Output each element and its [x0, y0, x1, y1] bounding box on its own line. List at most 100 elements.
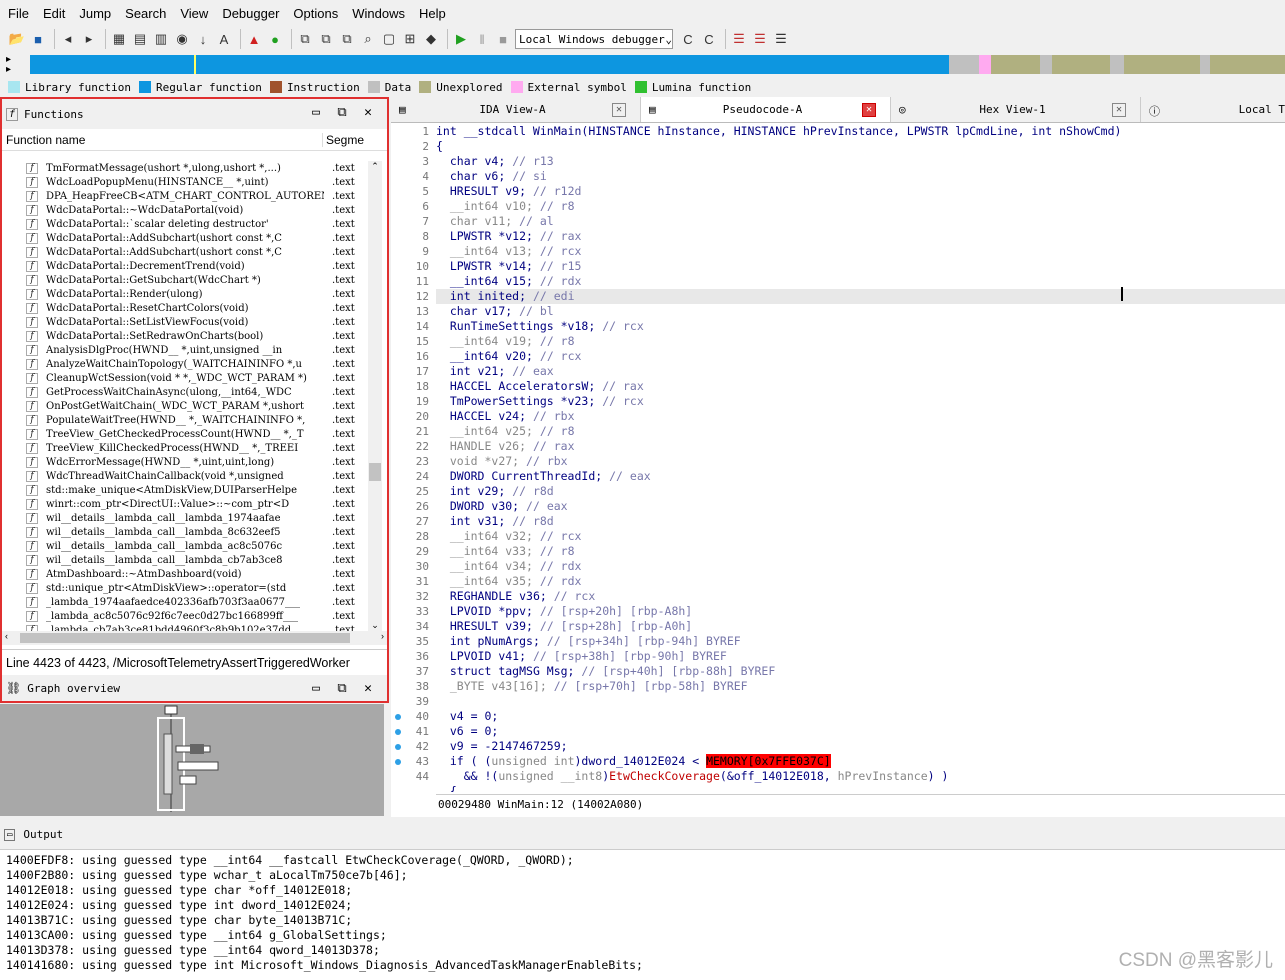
menu-options[interactable]: Options [293, 6, 338, 21]
scroll-thumb[interactable] [369, 463, 381, 481]
menu-edit[interactable]: Edit [43, 6, 65, 21]
breakpoint-dot-icon[interactable] [395, 729, 401, 735]
process-icon[interactable]: C [700, 30, 718, 48]
function-row[interactable]: f WdcDataPortal::AddSubchart(ushort const… [2, 231, 369, 245]
cut-icon[interactable]: ⧉ [338, 30, 356, 48]
find-icon[interactable]: ⌕ [359, 30, 377, 48]
function-row[interactable]: f wil__details__lambda_call__lambda_1974a… [2, 511, 369, 525]
restore-icon[interactable]: ⧉ [329, 681, 355, 696]
function-row[interactable]: f _lambda_cb7ab3ce81bdd4960f3c8b9b102e37d… [2, 623, 369, 631]
debugger-select[interactable]: Local Windows debugger ⌄ [515, 29, 673, 49]
menu-debugger[interactable]: Debugger [222, 6, 279, 21]
graph-icon[interactable]: ▦ [110, 30, 128, 48]
breakpoint-icon[interactable]: ▲ [245, 30, 263, 48]
menu-file[interactable]: File [8, 6, 29, 21]
open-icon[interactable]: 📂 [8, 30, 26, 48]
function-row[interactable]: f WdcThreadWaitChainCallback(void *,unsig… [2, 469, 369, 483]
breakpoint-dot-icon[interactable] [395, 759, 401, 765]
minimize-icon[interactable]: ▭ [303, 105, 329, 120]
nav-arrow-icon[interactable]: ▸ ▸ [6, 55, 11, 75]
close-icon[interactable]: ✕ [355, 681, 381, 696]
function-row[interactable]: f WdcDataPortal::~WdcDataPortal(void) .tex… [2, 203, 369, 217]
function-row[interactable]: f CleanupWctSession(void * *,_WDC_WCT_PAR… [2, 371, 369, 385]
function-row[interactable]: f TreeView_KillCheckedProcess(HWND__ *,_T… [2, 441, 369, 455]
menu-search[interactable]: Search [125, 6, 166, 21]
functions-vscrollbar[interactable]: ⌃ ⌄ [368, 161, 382, 631]
close-icon[interactable]: ✕ [612, 102, 626, 117]
struct-icon[interactable]: ▥ [152, 30, 170, 48]
diamond-icon[interactable]: ◆ [422, 30, 440, 48]
function-row[interactable]: f wil__details__lambda_call__lambda_8c632… [2, 525, 369, 539]
text-icon[interactable]: A [215, 30, 233, 48]
scroll-up-icon[interactable]: ⌃ [368, 161, 382, 172]
close-icon[interactable]: ✕ [1112, 102, 1126, 117]
function-row[interactable]: f WdcDataPortal::Render(ulong) .text [2, 287, 369, 301]
menu-jump[interactable]: Jump [79, 6, 111, 21]
tab-local-types[interactable]: ⓘ Local T [1141, 97, 1285, 122]
function-row[interactable]: f PopulateWaitTree(HWND__ *,_WAITCHAININF… [2, 413, 369, 427]
function-row[interactable]: f WdcErrorMessage(HWND__ *,uint,uint,long… [2, 455, 369, 469]
tab-pseudocode[interactable]: ▤ Pseudocode-A ✕ [641, 97, 891, 122]
hex-icon[interactable]: ▤ [131, 30, 149, 48]
forward-icon[interactable]: ▸ [80, 30, 98, 48]
zoom-icon[interactable]: ⊞ [401, 30, 419, 48]
minimize-icon[interactable]: ▭ [303, 681, 329, 696]
function-row[interactable]: f wil__details__lambda_call__lambda_ac8c5… [2, 539, 369, 553]
function-row[interactable]: f AtmDashboard::~AtmDashboard(void) .text [2, 567, 369, 581]
function-row[interactable]: f AnalysisDlgProc(HWND__ *,uint,unsigned … [2, 343, 369, 357]
close-icon[interactable]: ✕ [862, 102, 876, 117]
function-row[interactable]: f WdcDataPortal::SetListViewFocus(void) .t… [2, 315, 369, 329]
attach-icon[interactable]: C [679, 30, 697, 48]
enum-icon[interactable]: ◉ [173, 30, 191, 48]
close-icon[interactable]: ✕ [355, 105, 381, 120]
scroll-down-icon[interactable]: ⌄ [368, 620, 382, 631]
jump-icon[interactable]: ↓ [194, 30, 212, 48]
trace-icon[interactable]: ☰ [772, 30, 790, 48]
function-row[interactable]: f GetProcessWaitChainAsync(ulong,__int64,… [2, 385, 369, 399]
function-row[interactable]: f DPA_HeapFreeCB<ATM_CHART_CONTROL_AUTORE… [2, 189, 369, 203]
function-row[interactable]: f std::make_unique<AtmDiskView,DUIParserH… [2, 483, 369, 497]
col-segment[interactable]: Segme [322, 132, 364, 147]
function-row[interactable]: f WdcDataPortal::ResetChartColors(void) .t… [2, 301, 369, 315]
run-icon[interactable]: ▶ [452, 30, 470, 48]
function-row[interactable]: f WdcDataPortal::SetRedrawOnCharts(bool).… [2, 329, 369, 343]
breakpoint-dot-icon[interactable] [395, 744, 401, 750]
tab-hex-view[interactable]: ◎ Hex View-1 ✕ [891, 97, 1141, 122]
save-icon[interactable]: ■ [29, 30, 47, 48]
menu-windows[interactable]: Windows [352, 6, 405, 21]
pause-icon[interactable]: ‖ [473, 30, 491, 48]
paste-icon[interactable]: ⧉ [317, 30, 335, 48]
breakpoint-list-icon[interactable]: ☰ [751, 30, 769, 48]
function-row[interactable]: f WdcDataPortal::DecrementTrend(void) .tex… [2, 259, 369, 273]
breakpoint-dot-icon[interactable] [395, 714, 401, 720]
function-row[interactable]: f AnalyzeWaitChainTopology(_WAITCHAININFO… [2, 357, 369, 371]
function-row[interactable]: f WdcDataPortal::`scalar deleting destruc… [2, 217, 369, 231]
navigation-bar[interactable] [30, 55, 1285, 74]
functions-hscrollbar[interactable]: ‹ › [2, 631, 387, 645]
function-row[interactable]: f OnPostGetWaitChain(_WDC_WCT_PARAM *,ush… [2, 399, 369, 413]
col-function-name[interactable]: Function name [2, 133, 322, 147]
graph-overview-canvas[interactable] [0, 704, 384, 816]
function-row[interactable]: f WdcLoadPopupMenu(HINSTANCE__ *,uint) .te… [2, 175, 369, 189]
restore-icon[interactable]: ⧉ [329, 105, 355, 120]
function-row[interactable]: f TreeView_GetCheckedProcessCount(HWND__ … [2, 427, 369, 441]
function-row[interactable]: f winrt::com_ptr<DirectUI::Value>::~com_p… [2, 497, 369, 511]
pseudocode-text[interactable]: int __stdcall WinMain(HINSTANCE hInstanc… [436, 124, 1285, 792]
copy-icon[interactable]: ⧉ [296, 30, 314, 48]
output-log[interactable]: 1400EFDF8: using guessed type __int64 __… [0, 850, 1285, 973]
function-row[interactable]: f _lambda_1974aafaedce402336afb703f3aa067… [2, 595, 369, 609]
menu-view[interactable]: View [180, 6, 208, 21]
menu-help[interactable]: Help [419, 6, 446, 21]
scroll-thumb[interactable] [20, 633, 350, 643]
function-row[interactable]: f TmFormatMessage(ushort *,ulong,ushort *… [2, 161, 369, 175]
stop-icon[interactable]: ■ [494, 30, 512, 48]
list-icon[interactable]: ☰ [730, 30, 748, 48]
lumina-icon[interactable]: ● [266, 30, 284, 48]
tab-ida-view[interactable]: ▤ IDA View-A ✕ [391, 97, 641, 122]
function-row[interactable]: f std::unique_ptr<AtmDiskView>::operator=… [2, 581, 369, 595]
function-row[interactable]: f WdcDataPortal::GetSubchart(WdcChart *).… [2, 273, 369, 287]
function-row[interactable]: f wil__details__lambda_call__lambda_cb7ab… [2, 553, 369, 567]
scroll-right-icon[interactable]: › [381, 631, 384, 641]
back-icon[interactable]: ◂ [59, 30, 77, 48]
scroll-left-icon[interactable]: ‹ [5, 631, 8, 641]
